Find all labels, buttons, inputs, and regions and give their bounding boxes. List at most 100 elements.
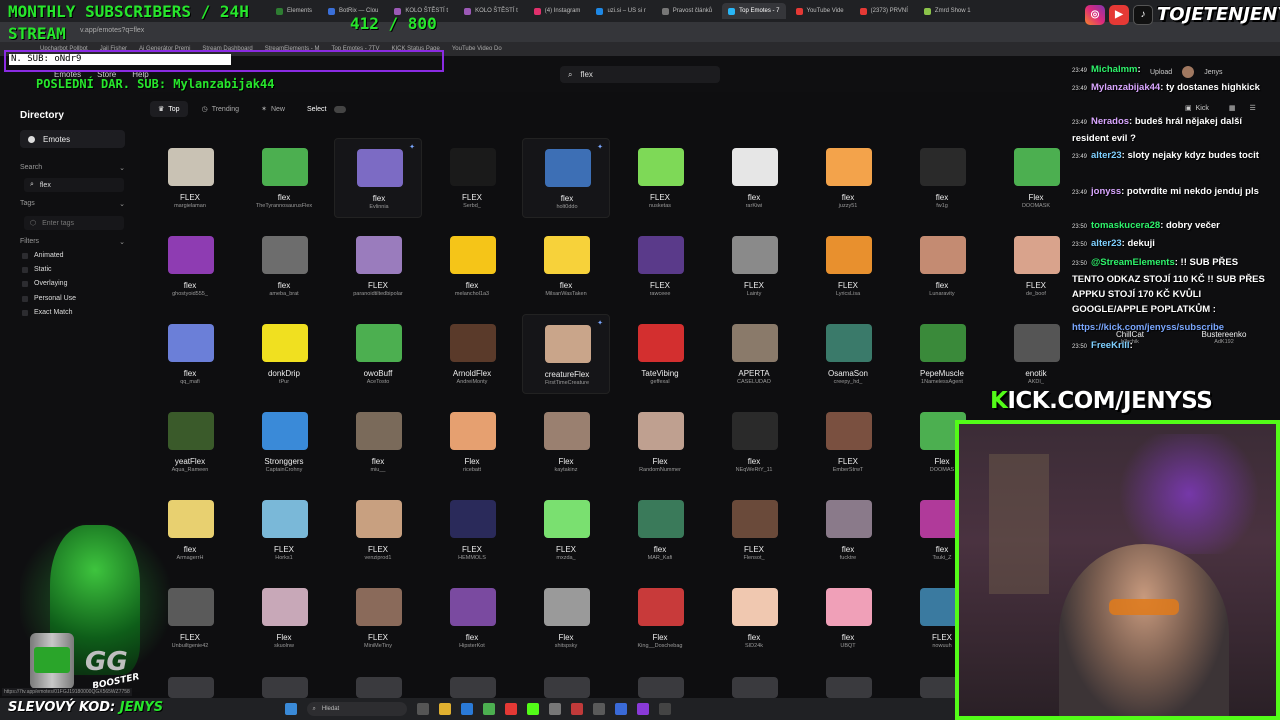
emote-card[interactable]: FLEX de_boof [992,226,1080,306]
app-icon-gray[interactable] [548,703,561,715]
browser-tab[interactable]: Pravost článků [656,3,718,19]
sidebar-item-emotes[interactable]: Emotes [20,130,125,148]
emote-card[interactable]: yeatFlex Aqua_Rameen [146,402,234,482]
emote-card[interactable]: FLEX HEMMOLS [428,490,516,570]
emote-card[interactable]: flex TheTyrannosaurusFlex [240,138,328,218]
file-explorer-icon[interactable] [438,703,451,715]
emote-card[interactable]: OsamaSon creepy_hd_ [804,314,892,394]
bookmark-item[interactable]: YouTube Video Do [452,46,502,52]
emote-card[interactable]: flex qq_mafi [146,314,234,394]
chat-username[interactable]: Michalmm [1091,64,1137,75]
edge-icon[interactable] [460,703,473,715]
windows-icon[interactable] [284,703,297,715]
emote-card[interactable]: FLEX mxzda_ [522,490,610,570]
sort-trending-button[interactable]: ◷ Trending [194,101,247,117]
search-input[interactable]: ⌕ flex [560,66,720,83]
emote-thumbnail[interactable] [732,677,778,698]
filter-personal-use[interactable]: Personal Use [22,295,76,302]
emote-card[interactable]: flex Lunaravity [898,226,986,306]
chat-username[interactable]: alter23 [1091,238,1122,249]
emote-card[interactable]: flex ghostyoid555_ [146,226,234,306]
kick-button[interactable]: ▣ Kick ▦ ☰ [1185,104,1256,113]
checkbox[interactable] [22,309,28,316]
obs-icon[interactable] [570,703,583,715]
app-icon-dark[interactable] [658,703,671,715]
browser-tab[interactable]: KOLO ŠTĚSTÍ t [458,3,524,19]
emote-thumbnail[interactable] [262,677,308,698]
emote-card[interactable]: flex fucktre [804,490,892,570]
emote-card[interactable]: flex HipsterKot [428,578,516,658]
emote-card[interactable]: flex MAR_Kafi [616,490,704,570]
emote-card[interactable]: flex SID24k [710,578,798,658]
filter-exact-match[interactable]: Exact Match [22,309,73,316]
chat-username[interactable]: alter23 [1091,150,1122,161]
emote-card[interactable]: flex holt0ddo ✦ [522,138,610,218]
emote-card[interactable]: flex MilsanWasTaken [522,226,610,306]
emote-card[interactable]: flex miu__ [334,402,422,482]
grid-view-icon[interactable]: ▦ [1229,104,1236,112]
emote-card[interactable]: Flex ricebatt [428,402,516,482]
filters-section-label[interactable]: Filters ⌄ [20,238,125,246]
emote-card[interactable]: Flex RandomNummer [616,402,704,482]
chat-link[interactable]: https://kick.com/jenyss/subscribe [1072,322,1224,333]
emote-card[interactable]: FLEX margielaman [146,138,234,218]
emote-card[interactable]: FLEX venziprod1 [334,490,422,570]
taskbar-search[interactable]: ⌕ Hledat [306,702,407,716]
app-icon-blue[interactable] [614,703,627,715]
address-bar[interactable] [0,22,1280,42]
emote-card[interactable]: APERTA CASELUDAO [710,314,798,394]
sort-top-button[interactable]: ♛ Top [150,101,188,117]
checkbox[interactable] [22,252,28,259]
emote-card[interactable]: FLEX LyricsLisa [804,226,892,306]
toggle-switch[interactable] [334,105,347,113]
checkbox[interactable] [22,266,28,273]
emote-card[interactable]: flex Evlinnia ✦ [334,138,422,218]
app-icon-red[interactable] [504,703,517,715]
emote-card[interactable]: TateVibing geffexal [616,314,704,394]
tags-input[interactable]: ⬡ Enter tags [24,216,124,230]
list-view-icon[interactable]: ☰ [1249,104,1255,112]
app-icon-green[interactable] [526,703,539,715]
sidebar-search-input[interactable]: ⌕ flex [24,178,124,192]
emote-card[interactable]: FLEX rawceee [616,226,704,306]
emote-card[interactable]: FLEX Serbd_ [428,138,516,218]
filter-animated[interactable]: Animated [22,252,64,259]
emote-card[interactable]: flex NEqWeRtY_11 [710,402,798,482]
emote-card[interactable]: donkDrip tPur [240,314,328,394]
checkbox[interactable] [22,295,28,302]
emote-card[interactable]: FLEX MiniMeTiny [334,578,422,658]
filter-static[interactable]: Static [22,266,52,273]
tags-section-label[interactable]: Tags ⌄ [20,200,125,208]
task-view-icon[interactable] [416,703,429,715]
emote-thumbnail[interactable] [450,677,496,698]
browser-tab[interactable]: Top Emotes - 7 [722,3,786,19]
emote-card[interactable]: flex ameba_brat [240,226,328,306]
browser-tab[interactable]: (2373) PRVNÍ [854,3,914,19]
emote-card[interactable]: Flex skuolnw [240,578,328,658]
sort-new-button[interactable]: ✶ New [253,101,293,117]
settings-icon[interactable] [592,703,605,715]
emote-card[interactable]: FLEX Horks1 [240,490,328,570]
emote-card[interactable]: FLEX paranoidtiltedbipolar [334,226,422,306]
chat-username[interactable]: @StreamElements [1091,257,1175,268]
filter-overlaying[interactable]: Overlaying [22,280,67,287]
search-section-label[interactable]: Search ⌄ [20,164,125,172]
emote-card[interactable]: flex melanchol1a3 [428,226,516,306]
checkbox[interactable] [22,280,28,287]
emote-card[interactable]: ArnoldFlex AndreiMonty [428,314,516,394]
emote-card[interactable]: enotik AKDI_ [992,314,1080,394]
browser-tab[interactable]: Zmrd Show 1 [918,3,977,19]
emote-card[interactable]: FLEX EmberStrwT [804,402,892,482]
emote-card[interactable]: owoBuff AceTosto [334,314,422,394]
chat-username[interactable]: FreeKrill [1091,340,1130,351]
emote-card[interactable]: FLEX Flensot_ [710,490,798,570]
browser-tab[interactable]: YouTube Vide [790,3,850,19]
discord-icon[interactable] [636,703,649,715]
emote-thumbnail[interactable] [638,677,684,698]
emote-card[interactable]: PepeMuscle 1NamelessAgent [898,314,986,394]
emote-card[interactable]: flex fw1g [898,138,986,218]
browser-tab[interactable]: Elements [270,3,318,19]
emote-card[interactable]: Flex DOOMASK [992,138,1080,218]
emote-card[interactable]: Flex shitspsky [522,578,610,658]
chat-username[interactable]: tomaskucera28 [1091,220,1160,231]
